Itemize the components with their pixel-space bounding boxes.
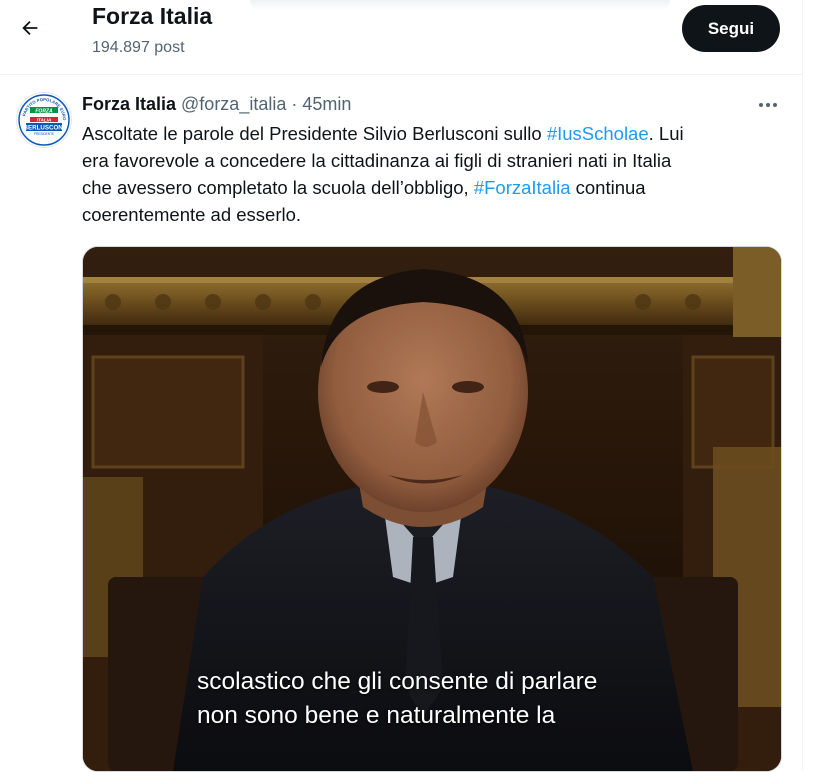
author-handle[interactable]: @forza_italia (181, 94, 286, 115)
subtitle-line-2: non sono bene e naturalmente la (197, 702, 556, 729)
hashtag-forzaitalia-link[interactable]: #ForzaItalia (474, 177, 571, 198)
follow-button[interactable]: Segui (682, 5, 780, 52)
page-title: Forza Italia (92, 3, 213, 29)
more-dots-icon (759, 103, 777, 107)
tweet-text-span: che avessero completato la scuola dell’o… (82, 177, 474, 198)
subtitle-line-1: scolastico che gli consente di parlare (197, 668, 598, 695)
tweet-line-2: era favorevole a concedere la cittadinan… (82, 150, 672, 171)
separator-dot: · (291, 93, 298, 114)
tweet-text: Ascoltate le parole del Presidente Silvi… (82, 120, 782, 228)
back-button[interactable] (12, 10, 48, 46)
post-count: 194.897 post (92, 39, 185, 56)
header-shadow (250, 0, 670, 10)
more-options-button[interactable] (752, 92, 784, 118)
tweet-text-span: . Lui (648, 123, 684, 144)
author-name[interactable]: Forza Italia (82, 94, 176, 115)
tweet-line-4: coerentemente ad esserlo. (82, 204, 302, 225)
svg-text:FORZA: FORZA (35, 109, 53, 115)
tweet-timestamp[interactable]: 45min (302, 94, 351, 115)
tweet-line-1: Ascoltate le parole del Presidente Silvi… (82, 120, 782, 147)
tweet-line-3: che avessero completato la scuola dell’o… (82, 174, 782, 201)
svg-text:BERLUSCONI: BERLUSCONI (24, 124, 65, 131)
forza-italia-logo: PARTITO POPOLARE EUROPEO FORZA ITALIA BE… (17, 93, 70, 146)
arrow-left-icon (22, 20, 38, 36)
hashtag-iusscholae-link[interactable]: #IusScholae (547, 123, 649, 144)
svg-text:PRESIDENTE: PRESIDENTE (34, 132, 54, 136)
column-border (802, 0, 803, 770)
tweet-text-span: continua (570, 177, 646, 198)
profile-header: Forza Italia 194.897 post Segui (0, 0, 802, 75)
svg-text:ITALIA: ITALIA (37, 117, 51, 122)
avatar[interactable]: PARTITO POPOLARE EUROPEO FORZA ITALIA BE… (16, 92, 72, 148)
video-subtitles: scolastico che gli consente di parlare n… (197, 665, 757, 733)
tweet-text-span: Ascoltate le parole del Presidente Silvi… (82, 123, 547, 144)
video-player[interactable]: scolastico che gli consente di parlare n… (82, 246, 782, 772)
tweet-header: Forza Italia @forza_italia · 45min (82, 93, 351, 115)
